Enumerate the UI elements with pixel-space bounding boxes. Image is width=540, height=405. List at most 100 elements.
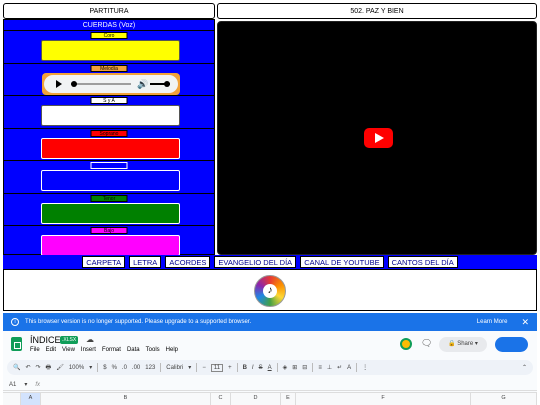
menu-edit[interactable]: Edit <box>46 347 56 353</box>
seek-bar[interactable] <box>71 82 131 85</box>
panel-title: CUERDAS (Voz) <box>4 20 214 31</box>
nav-link-evangelio[interactable]: EVANGELIO DEL DÍA <box>214 256 297 268</box>
menu-format[interactable]: Format <box>102 347 121 353</box>
youtube-video-player[interactable] <box>217 21 537 255</box>
rotate-icon[interactable]: A <box>347 365 351 371</box>
voice-box-coro[interactable] <box>41 40 180 61</box>
redo-icon[interactable]: ↷ <box>36 364 41 371</box>
decrease-decimal-icon[interactable]: .0 <box>122 365 127 371</box>
increase-decimal-icon[interactable]: .00 <box>132 365 140 371</box>
align-icon[interactable]: ≡ <box>318 365 322 371</box>
percent-icon[interactable]: % <box>112 365 117 371</box>
song-title-header: 502. PAZ Y BIEN <box>217 3 537 19</box>
column-header-g[interactable]: G <box>471 393 537 405</box>
close-icon[interactable]: ✕ <box>521 317 529 328</box>
youtube-play-icon[interactable] <box>364 128 393 148</box>
menu-data[interactable]: Data <box>127 347 140 353</box>
increase-font-icon[interactable]: + <box>228 365 232 371</box>
column-headers: A B C D E F G <box>3 392 537 405</box>
sign-in-button[interactable] <box>495 337 528 352</box>
voice-tab-bajo[interactable]: Bajo <box>90 227 128 234</box>
voice-row-bajo: Bajo <box>4 226 214 259</box>
text-color-icon[interactable]: A <box>268 365 272 371</box>
undo-icon[interactable]: ↶ <box>25 364 30 371</box>
sheets-logo-icon[interactable] <box>11 337 22 351</box>
voice-box-sya[interactable] <box>41 105 180 126</box>
seek-knob[interactable] <box>71 80 77 87</box>
voice-row-soprano: Soprano <box>4 129 214 161</box>
fx-icon: fx <box>35 381 41 388</box>
menu-help[interactable]: Help <box>166 347 178 353</box>
merge-cells-icon[interactable]: ⊟ <box>302 364 307 371</box>
menu-insert[interactable]: Insert <box>81 347 96 353</box>
chevron-down-icon[interactable]: ▾ <box>188 364 191 371</box>
nav-link-youtube[interactable]: CANAL DE YOUTUBE <box>300 256 384 268</box>
voice-box-soprano[interactable] <box>41 137 180 159</box>
column-header-c[interactable]: C <box>211 393 231 405</box>
menu-file[interactable]: File <box>30 347 40 353</box>
column-header-a[interactable]: A <box>21 393 41 405</box>
strikethrough-icon[interactable]: S <box>259 365 263 371</box>
volume-icon[interactable]: 🔊 <box>137 79 148 89</box>
sheets-titlebar: ÍNDICE .XLSX ☁ File Edit View Insert For… <box>3 335 537 357</box>
voice-box-blank[interactable] <box>41 170 180 191</box>
wrap-icon[interactable]: ↵ <box>337 364 342 371</box>
play-icon[interactable] <box>56 79 62 88</box>
voice-tab-blank[interactable] <box>90 162 128 169</box>
voice-tab-soprano[interactable]: Soprano <box>90 129 128 137</box>
avatar[interactable] <box>400 338 412 350</box>
chevron-down-icon[interactable]: ▾ <box>89 364 92 371</box>
more-icon[interactable]: ⋮ <box>362 364 368 371</box>
partitura-header: PARTITURA <box>3 3 215 19</box>
voice-tab-tenor[interactable]: Tenor <box>90 194 128 202</box>
doc-title[interactable]: ÍNDICE <box>30 335 61 345</box>
column-header-b[interactable]: B <box>41 393 211 405</box>
bold-icon[interactable]: B <box>243 365 247 371</box>
audio-player[interactable]: 🔊 <box>42 72 180 95</box>
select-all-corner[interactable] <box>3 393 21 405</box>
nav-bar: CARPETA LETRA ACORDES EVANGELIO DEL DÍA … <box>3 255 537 269</box>
volume-knob[interactable] <box>164 80 170 87</box>
learn-more-link[interactable]: Learn More <box>477 319 508 325</box>
share-button[interactable]: 🔒 Share ▾ <box>439 337 487 352</box>
font-select[interactable]: Calibri <box>166 365 183 371</box>
voice-row-tenor: Tenor <box>4 194 214 226</box>
voice-box-tenor[interactable] <box>41 202 180 224</box>
menu-tools[interactable]: Tools <box>146 347 160 353</box>
column-header-d[interactable]: D <box>231 393 281 405</box>
voice-row-coro: Coro <box>4 31 214 64</box>
nav-link-acordes[interactable]: ACORDES <box>165 256 211 268</box>
chevron-down-icon[interactable]: ▾ <box>24 381 27 388</box>
chevron-up-icon[interactable]: ⌃ <box>522 364 527 371</box>
borders-icon[interactable]: ⊞ <box>292 364 297 371</box>
voices-panel: CUERDAS (Voz) Coro Melodía 🔊 S y A Sopra… <box>3 19 215 256</box>
decrease-font-icon[interactable]: − <box>202 365 206 371</box>
nav-link-cantos[interactable]: CANTOS DEL DÍA <box>387 256 458 268</box>
print-icon[interactable]: 🖶 <box>46 363 52 373</box>
number-format-icon[interactable]: 123 <box>145 365 155 371</box>
zoom-select[interactable]: 100% <box>69 365 84 371</box>
unsupported-browser-banner: i This browser version is no longer supp… <box>3 313 537 331</box>
logo-area: ♪ <box>3 269 537 311</box>
voice-tab-melodia[interactable]: Melodía <box>90 64 128 72</box>
fill-color-icon[interactable]: ◈ <box>283 364 288 371</box>
font-size-input[interactable]: 11 <box>210 363 224 372</box>
valign-icon[interactable]: ⊥ <box>327 364 332 371</box>
currency-icon[interactable]: $ <box>103 365 106 371</box>
italic-icon[interactable]: I <box>252 365 254 371</box>
banner-text: This browser version is no longer suppor… <box>25 319 252 325</box>
nav-link-carpeta[interactable]: CARPETA <box>82 256 126 268</box>
name-box[interactable]: A1 <box>9 382 16 388</box>
column-header-f[interactable]: F <box>296 393 471 405</box>
voice-tab-sya[interactable]: S y A <box>90 97 128 104</box>
voice-box-bajo[interactable] <box>41 235 180 256</box>
comment-icon[interactable]: 🗨 <box>421 338 432 349</box>
voice-tab-coro[interactable]: Coro <box>90 32 128 39</box>
music-logo-icon[interactable]: ♪ <box>254 275 286 307</box>
formatting-toolbar: 🔍 ↶ ↷ 🖶 🖌 100% ▾ $ % .0 .00 123 Calibri … <box>7 360 533 375</box>
paint-format-icon[interactable]: 🖌 <box>56 364 64 371</box>
menu-view[interactable]: View <box>62 347 75 353</box>
column-header-e[interactable]: E <box>281 393 296 405</box>
search-icon[interactable]: 🔍 <box>13 364 20 371</box>
nav-link-letra[interactable]: LETRA <box>129 256 162 268</box>
